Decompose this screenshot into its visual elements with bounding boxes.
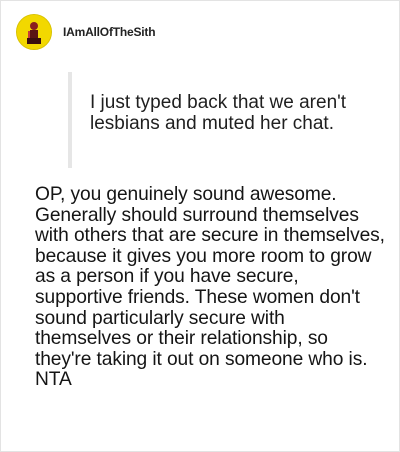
- quoted-text: I just typed back that we aren't lesbian…: [90, 92, 347, 134]
- comment-body: OP, you genuinely sound awesome. General…: [35, 184, 385, 391]
- username[interactable]: IAmAllOfTheSith: [63, 25, 156, 39]
- blockquote: I just typed back that we aren't lesbian…: [68, 72, 368, 168]
- post-header: IAmAllOfTheSith: [16, 14, 156, 50]
- sith-character-avatar-icon: [17, 15, 51, 49]
- avatar[interactable]: [16, 14, 52, 50]
